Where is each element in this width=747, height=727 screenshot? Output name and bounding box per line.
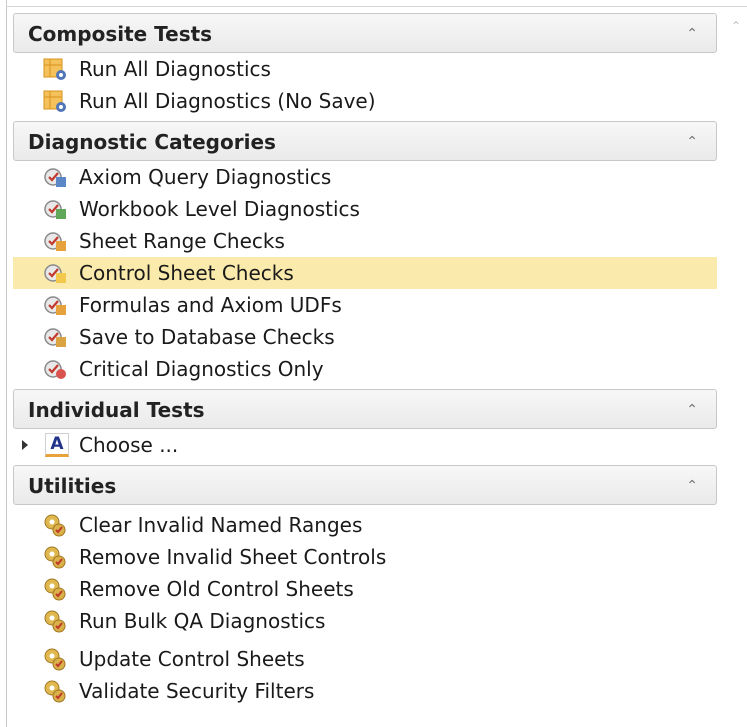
list-item[interactable]: Workbook Level Diagnostics	[13, 193, 717, 225]
section-individual-tests: Individual Tests ⌃ A Choose ...	[13, 389, 717, 461]
list-item[interactable]: Update Control Sheets	[13, 643, 717, 675]
item-label: Remove Invalid Sheet Controls	[79, 545, 387, 569]
list-item[interactable]: Formulas and Axiom UDFs	[13, 289, 717, 321]
utility-gears-icon	[44, 610, 66, 633]
diagnostic-check-icon	[44, 264, 66, 283]
collapse-icon[interactable]: ⌃	[686, 466, 698, 506]
collapse-icon[interactable]: ⌃	[686, 390, 698, 430]
expand-arrow-icon[interactable]	[22, 440, 28, 450]
section-header[interactable]: Composite Tests ⌃	[13, 13, 717, 53]
section-composite-tests: Composite Tests ⌃ Run All Diagnostics Ru…	[13, 13, 717, 117]
utility-gears-icon	[44, 680, 66, 703]
utility-gears-icon	[44, 648, 66, 671]
utility-gears-icon	[44, 578, 66, 601]
list-item[interactable]: A Choose ...	[13, 429, 717, 461]
scroll-up-arrow-icon[interactable]: ⌃	[728, 14, 744, 38]
diagnostic-check-icon	[44, 168, 66, 187]
item-label: Formulas and Axiom UDFs	[79, 293, 342, 317]
item-label: Update Control Sheets	[79, 647, 305, 671]
list-item[interactable]: Run All Diagnostics (No Save)	[13, 85, 717, 117]
list-item[interactable]: Clear Invalid Named Ranges	[13, 509, 717, 541]
diagnostic-check-icon	[44, 328, 66, 347]
collapse-icon[interactable]: ⌃	[686, 14, 698, 54]
item-label: Choose ...	[79, 433, 179, 457]
list-item[interactable]: Remove Invalid Sheet Controls	[13, 541, 717, 573]
item-label: Critical Diagnostics Only	[79, 357, 324, 381]
section-title: Individual Tests	[28, 398, 205, 422]
list-item[interactable]: Axiom Query Diagnostics	[13, 161, 717, 193]
list-item[interactable]: Run Bulk QA Diagnostics	[13, 605, 717, 637]
item-label: Save to Database Checks	[79, 325, 335, 349]
list-item[interactable]: Sheet Range Checks	[13, 225, 717, 257]
diagnostic-check-icon	[44, 200, 66, 219]
item-label: Workbook Level Diagnostics	[79, 197, 360, 221]
list-item[interactable]: Save to Database Checks	[13, 321, 717, 353]
list-item[interactable]: Critical Diagnostics Only	[13, 353, 717, 385]
item-label: Validate Security Filters	[79, 679, 315, 703]
collapse-icon[interactable]: ⌃	[686, 122, 698, 162]
item-label: Run All Diagnostics	[79, 57, 271, 81]
list-item[interactable]: Remove Old Control Sheets	[13, 573, 717, 605]
section-diagnostic-categories: Diagnostic Categories ⌃ Axiom Query Diag…	[13, 121, 717, 385]
item-label: Remove Old Control Sheets	[79, 577, 354, 601]
item-label: Clear Invalid Named Ranges	[79, 513, 363, 537]
section-header[interactable]: Individual Tests ⌃	[13, 389, 717, 429]
text-a-icon: A	[45, 433, 69, 457]
list-item-selected[interactable]: Control Sheet Checks	[13, 257, 717, 289]
list-item[interactable]: Validate Security Filters	[13, 675, 717, 707]
panel-border-left	[6, 0, 7, 727]
item-label: Control Sheet Checks	[79, 261, 294, 285]
list-item[interactable]: Run All Diagnostics	[13, 53, 717, 85]
item-label: Run All Diagnostics (No Save)	[79, 89, 376, 113]
diagnostic-check-icon	[44, 232, 66, 251]
item-label: Sheet Range Checks	[79, 229, 285, 253]
section-title: Diagnostic Categories	[28, 130, 276, 154]
section-title: Utilities	[28, 474, 117, 498]
section-utilities: Utilities ⌃ Clear Invalid Named Ranges R…	[13, 465, 717, 707]
utility-gears-icon	[44, 514, 66, 537]
run-all-diagnostics-icon	[43, 58, 66, 80]
panel-border-top	[6, 6, 747, 7]
section-header[interactable]: Utilities ⌃	[13, 465, 717, 505]
item-label: Axiom Query Diagnostics	[79, 165, 332, 189]
section-title: Composite Tests	[28, 22, 213, 46]
diagnostic-check-icon	[44, 296, 66, 315]
section-header[interactable]: Diagnostic Categories ⌃	[13, 121, 717, 161]
item-label: Run Bulk QA Diagnostics	[79, 609, 326, 633]
utility-gears-icon	[44, 546, 66, 569]
diagnostic-check-icon	[44, 360, 66, 379]
run-all-diagnostics-icon	[43, 90, 66, 112]
